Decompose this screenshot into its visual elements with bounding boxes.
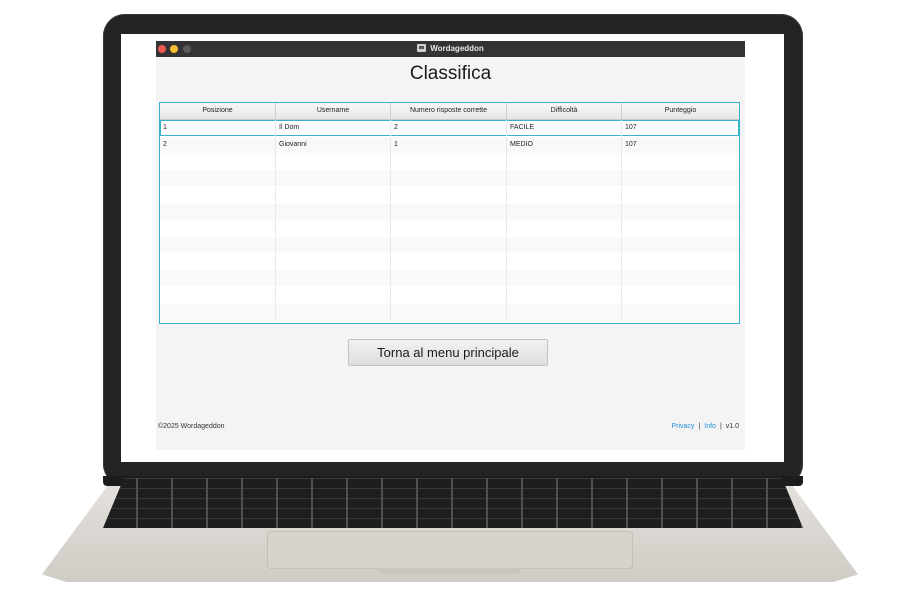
table-cell [276,186,391,203]
table-cell: Giovanni [276,136,391,153]
table-cell [507,236,622,253]
table-cell [507,186,622,203]
table-cell [160,287,276,303]
table-cell [391,170,507,187]
table-cell [507,287,622,303]
table-cell [391,203,507,220]
window-titlebar[interactable]: Wordageddon [156,41,745,57]
table-cell [507,220,622,237]
table-cell [391,220,507,237]
table-cell [507,203,622,220]
table-row [160,170,739,187]
table-cell [276,153,391,170]
table-cell [276,236,391,253]
table-row [160,287,739,303]
column-header-username[interactable]: Username [276,103,391,119]
table-cell [507,170,622,187]
table-cell [507,253,622,270]
table-row [160,303,739,320]
table-cell [160,153,276,170]
version-text: v1.0 [725,423,739,430]
table-cell [160,270,276,287]
table-cell [160,186,276,203]
table-cell [276,287,391,303]
laptop-screen: Wordageddon Classifica Posizione Usernam… [121,34,784,462]
table-cell [276,270,391,287]
table-cell: 2 [160,136,276,153]
table-cell [622,237,739,253]
table-row [160,203,739,220]
table-cell [160,236,276,253]
footer-links: Privacy | Info | v1.0 [671,423,739,430]
column-header-difficulty[interactable]: Difficoltà [507,103,622,119]
table-cell [622,220,739,236]
privacy-link[interactable]: Privacy [671,423,694,430]
page-title: Classifica [409,63,492,84]
table-cell [391,236,507,253]
column-header-score[interactable]: Punteggio [622,103,739,119]
table-cell [507,303,622,320]
app-window: Wordageddon Classifica Posizione Usernam… [156,41,745,450]
table-cell: 2 [391,120,507,136]
table-cell [622,287,739,303]
table-cell [507,153,622,170]
table-cell [622,170,739,186]
table-cell: 107 [625,140,637,148]
table-cell [622,304,739,320]
table-row[interactable]: 1 Il Dom 2 FACILE 107 [160,120,739,136]
table-cell [160,170,276,187]
app-icon [417,44,427,52]
table-cell [622,204,739,220]
column-header-correct-answers[interactable]: Numero risposte corrette [391,103,507,119]
table-cell [622,270,739,286]
table-cell [276,303,391,320]
copyright-text: ©2025 Wordageddon [158,423,225,430]
table-cell: MEDIO [507,136,622,153]
footer-separator: | [698,423,701,430]
trackpad [268,532,632,568]
back-to-main-menu-button[interactable]: Torna al menu principale [348,339,548,366]
window-title-text: Wordageddon [430,44,484,53]
table-cell [507,270,622,287]
table-cell: 107 [625,124,637,131]
table-cell [160,253,276,270]
table-row [160,153,739,170]
table-header: Posizione Username Numero risposte corre… [160,103,739,120]
table-cell: 1 [391,136,507,153]
table-cell [160,220,276,237]
table-cell [160,203,276,220]
table-cell [160,303,276,320]
table-cell [391,270,507,287]
table-cell [391,186,507,203]
table-cell [622,153,739,169]
table-cell [391,253,507,270]
table-cell [276,220,391,237]
column-header-posizione[interactable]: Posizione [160,103,276,119]
table-cell [622,254,739,270]
table-cell: 1 [160,120,276,136]
table-cell [276,170,391,187]
table-cell [391,303,507,320]
info-link[interactable]: Info [704,423,716,430]
table-row [160,270,739,287]
table-row [160,236,739,253]
laptop-front-lip [378,568,522,574]
leaderboard-table[interactable]: Posizione Username Numero risposte corre… [159,102,740,324]
table-row[interactable]: 2 Giovanni 1 MEDIO 107 [160,136,739,153]
table-cell [391,287,507,303]
footer-separator: | [719,423,722,430]
table-cell [622,187,739,203]
keyboard-keys [103,478,803,528]
table-row [160,186,739,203]
table-cell [276,203,391,220]
table-cell [276,253,391,270]
table-row [160,220,739,237]
table-cell [391,153,507,170]
keyboard [103,478,803,528]
table-cell: FACILE [507,120,622,136]
window-title: Wordageddon [156,41,745,57]
table-cell: Il Dom [276,120,391,136]
table-row [160,253,739,270]
